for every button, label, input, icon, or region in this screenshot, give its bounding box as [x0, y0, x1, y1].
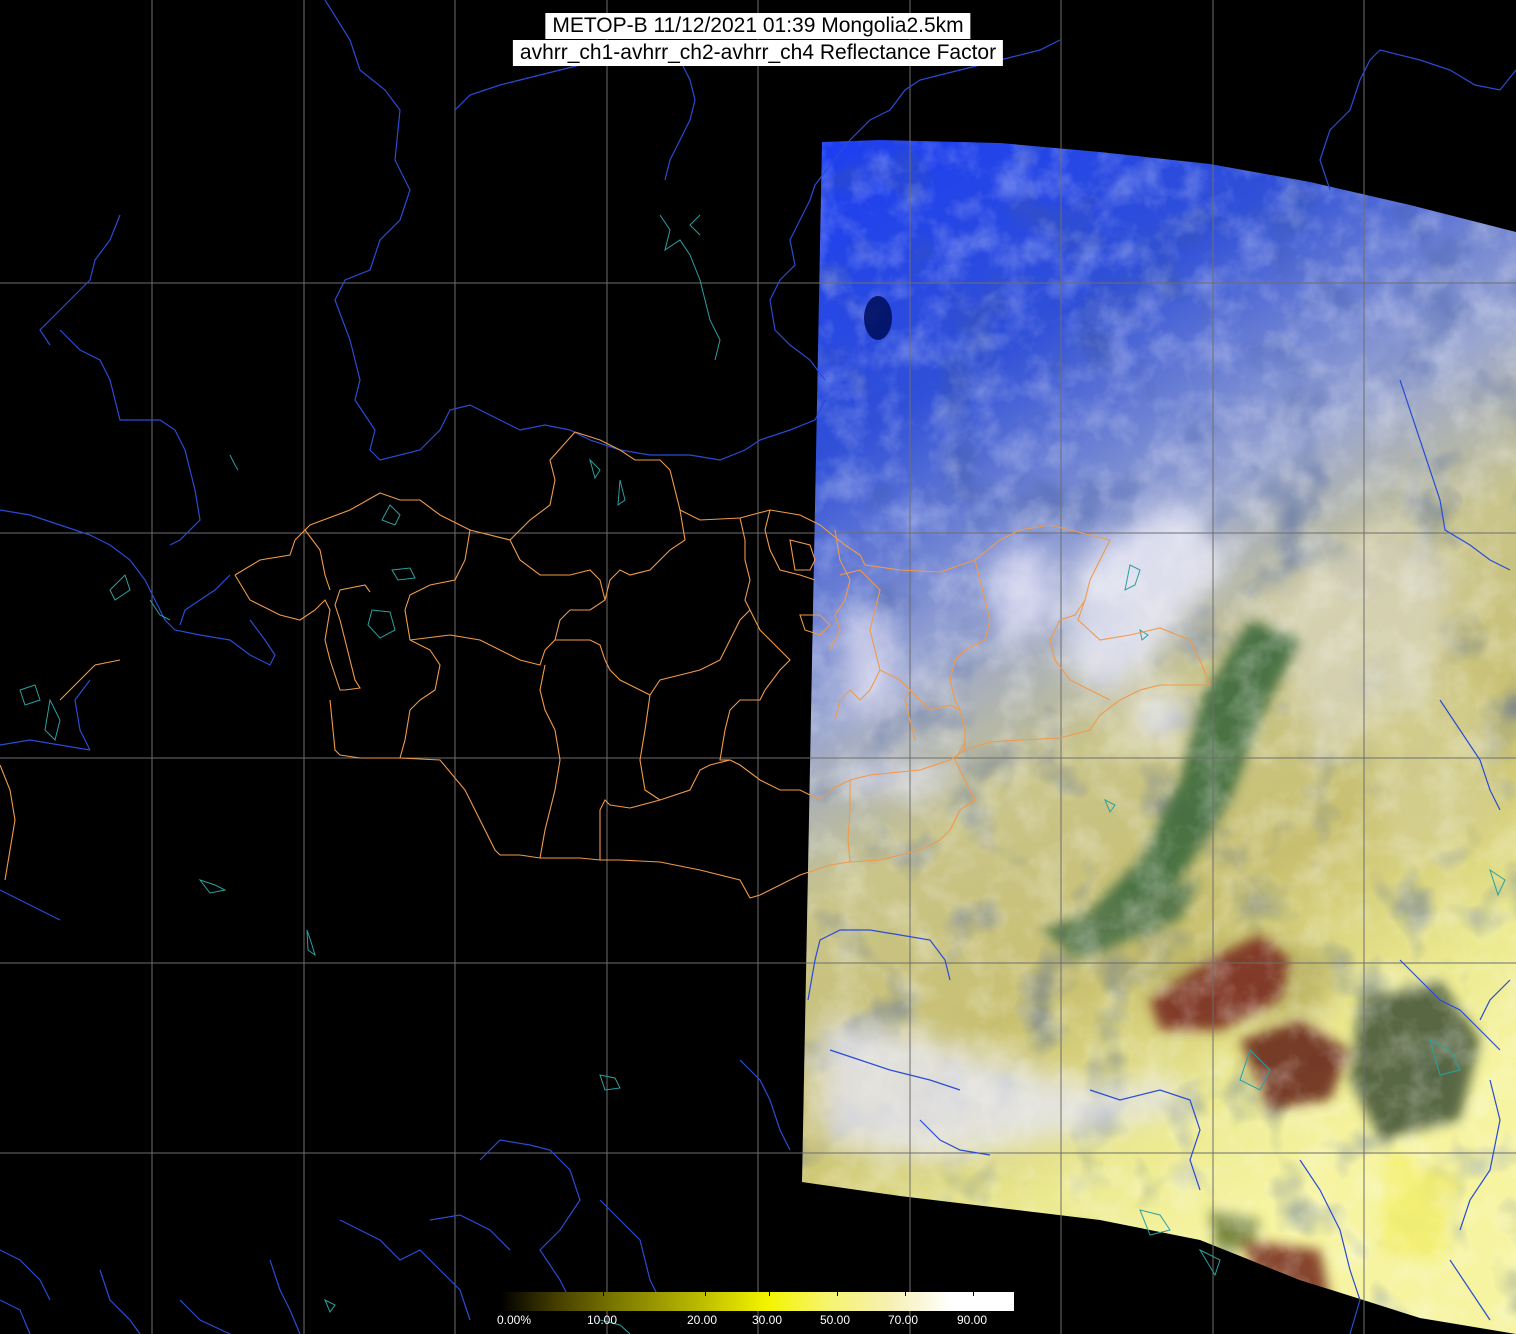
map-viewer: METOP-B 11/12/2021 01:39 Mongolia2.5km a… [0, 0, 1516, 1334]
satellite-map [0, 0, 1516, 1334]
colorbar [501, 1292, 1014, 1311]
colorbar-label: 10.00 [587, 1313, 618, 1327]
colorbar-label: 20.00 [687, 1313, 718, 1327]
map-subtitle: avhrr_ch1-avhrr_ch2-avhrr_ch4 Reflectanc… [512, 40, 1004, 66]
colorbar-label: 0.00% [497, 1313, 532, 1327]
colorbar-ramp [501, 1292, 1014, 1311]
map-title: METOP-B 11/12/2021 01:39 Mongolia2.5km [545, 13, 971, 39]
colorbar-label: 70.00 [888, 1313, 919, 1327]
colorbar-label: 50.00 [820, 1313, 851, 1327]
colorbar-label: 90.00 [957, 1313, 988, 1327]
colorbar-label: 30.00 [752, 1313, 783, 1327]
